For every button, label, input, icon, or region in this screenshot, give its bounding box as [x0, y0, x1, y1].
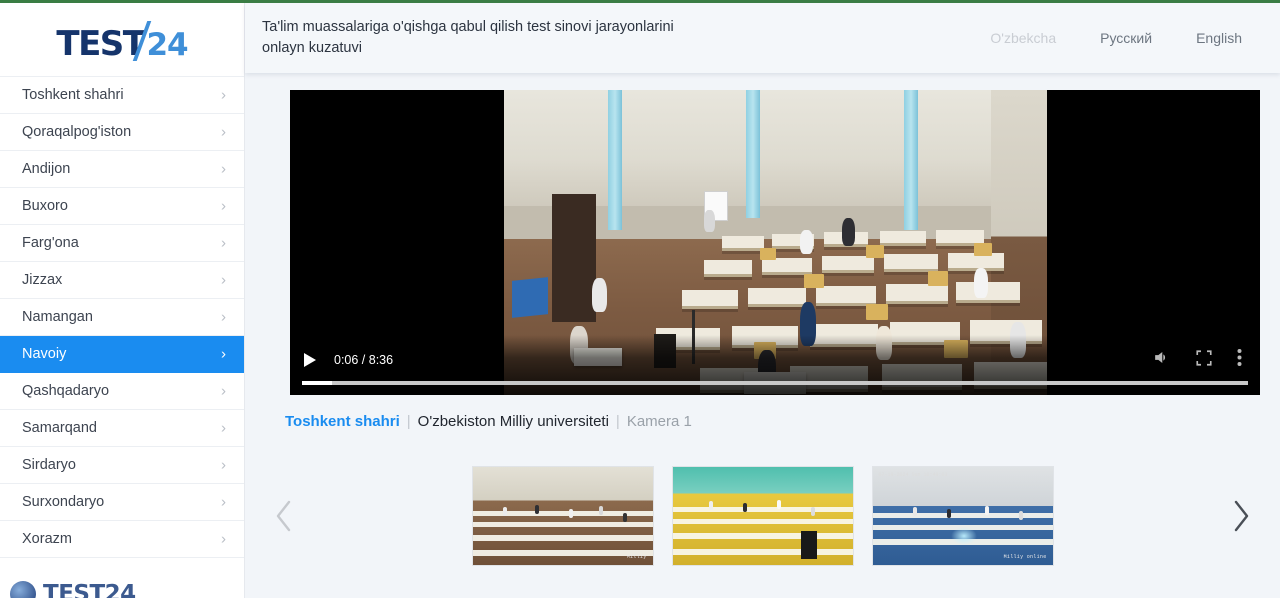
language-option-uzbek[interactable]: O'zbekcha — [990, 30, 1056, 46]
breadcrumb-separator: | — [406, 413, 411, 430]
hall-pillar — [607, 90, 622, 231]
logo-text-secondary: 24 — [146, 27, 188, 63]
main-content: 0:06 / 8:36 Toshkent shahri | O'zbekisto… — [245, 73, 1280, 598]
thumbnail-overlay-text: Milliy — [626, 554, 647, 560]
sidebar-item-surxondaryo[interactable]: Surxondaryo › — [0, 484, 244, 521]
chevron-right-icon: › — [221, 530, 226, 548]
fullscreen-icon[interactable] — [1195, 349, 1213, 372]
sidebar-footer-logo[interactable]: TEST24 — [0, 574, 244, 598]
video-player[interactable]: 0:06 / 8:36 — [290, 90, 1260, 395]
chevron-right-icon: › — [221, 123, 226, 141]
hall-pillar — [745, 90, 760, 219]
chevron-right-icon: › — [221, 197, 226, 215]
thumbnail-overlay-text: Milliy online — [1003, 554, 1047, 560]
language-switcher: O'zbekcha Русский English — [990, 30, 1242, 46]
volume-icon[interactable] — [1152, 348, 1171, 372]
chevron-right-icon: › — [221, 234, 226, 252]
sidebar-item-sirdaryo[interactable]: Sirdaryo › — [0, 447, 244, 484]
sidebar-item-label: Surxondaryo — [22, 494, 105, 510]
camera-thumbnail-1[interactable]: Milliy — [472, 467, 653, 565]
sidebar-item-xorazm[interactable]: Xorazm › — [0, 521, 244, 558]
sidebar-item-qoraqalpogiston[interactable]: Qoraqalpog'iston › — [0, 114, 244, 151]
chevron-right-icon: › — [221, 419, 226, 437]
sidebar-item-label: Navoiy — [22, 346, 67, 362]
camera-thumbnail-2[interactable] — [672, 467, 853, 565]
sidebar-item-label: Jizzax — [22, 272, 63, 288]
sidebar-item-jizzax[interactable]: Jizzax › — [0, 262, 244, 299]
video-progress-bar[interactable] — [302, 381, 1248, 385]
camera-thumbnail-list: Milliy 07-19-2024 Sun 10:49:03 Milliy on… — [472, 467, 1053, 565]
sidebar-item-samarqand[interactable]: Samarqand › — [0, 410, 244, 447]
app-root: TEST 24 Toshkent shahri › Qoraqalpog'ist… — [0, 0, 1280, 598]
sidebar-item-label: Toshkent shahri — [22, 87, 124, 103]
hall-pillar — [903, 90, 918, 231]
sidebar-item-label: Andijon — [22, 161, 71, 177]
more-options-icon[interactable] — [1237, 348, 1242, 372]
player-controls: 0:06 / 8:36 — [290, 345, 1260, 375]
sidebar-item-namangan[interactable]: Namangan › — [0, 299, 244, 336]
carousel-prev-button[interactable] — [267, 493, 301, 539]
sidebar-item-qashqadaryo[interactable]: Qashqadaryo › — [0, 373, 244, 410]
time-display: 0:06 / 8:36 — [334, 353, 394, 367]
progress-buffered — [302, 381, 1248, 385]
camera-thumbnail-3[interactable]: 07-19-2024 Sun 10:49:03 Milliy online — [872, 467, 1053, 565]
sidebar-item-label: Xorazm — [22, 531, 72, 547]
logo-text-primary: TEST — [56, 24, 146, 64]
sidebar-item-navoiy[interactable]: Navoiy › — [0, 336, 244, 373]
breadcrumb-camera: Kamera 1 — [626, 413, 692, 430]
camera-carousel: Milliy 07-19-2024 Sun 10:49:03 Milliy on… — [245, 451, 1280, 581]
chevron-right-icon: › — [221, 308, 226, 326]
chevron-right-icon: › — [221, 160, 226, 178]
sidebar-item-label: Sirdaryo — [22, 457, 76, 473]
chevron-right-icon: › — [221, 493, 226, 511]
progress-played — [302, 381, 333, 385]
chevron-right-icon: › — [221, 271, 226, 289]
page-title: Ta'lim muassalariga o'qishga qabul qilis… — [262, 19, 674, 56]
brand-logo[interactable]: TEST 24 — [0, 3, 244, 76]
sidebar: TEST 24 Toshkent shahri › Qoraqalpog'ist… — [0, 3, 245, 598]
page-header: Ta'lim muassalariga o'qishga qabul qilis… — [245, 3, 1280, 73]
globe-icon — [10, 581, 36, 598]
footer-logo-label: TEST24 — [43, 581, 136, 598]
hall-doorway — [551, 193, 596, 322]
sidebar-item-label: Buxoro — [22, 198, 68, 214]
breadcrumb-institution[interactable]: O'zbekiston Milliy universiteti — [418, 413, 609, 430]
sidebar-item-fargona[interactable]: Farg'ona › — [0, 225, 244, 262]
breadcrumb: Toshkent shahri | O'zbekiston Milliy uni… — [285, 413, 692, 430]
sidebar-item-label: Qashqadaryo — [22, 383, 110, 399]
language-option-english[interactable]: English — [1196, 30, 1242, 46]
sidebar-item-label: Namangan — [22, 309, 93, 325]
region-nav-list: Toshkent shahri › Qoraqalpog'iston › And… — [0, 76, 244, 558]
sidebar-item-label: Qoraqalpog'iston — [22, 124, 132, 140]
thumbnail-timestamp: 07-19-2024 Sun 10:49:03 — [878, 472, 948, 478]
chevron-right-icon: › — [221, 345, 226, 363]
hall-wall-upper — [503, 90, 1047, 206]
chevron-right-icon: › — [221, 382, 226, 400]
chevron-right-icon: › — [221, 86, 226, 104]
play-button[interactable] — [304, 353, 316, 367]
breadcrumb-separator: | — [615, 413, 620, 430]
chevron-right-icon: › — [221, 456, 226, 474]
sidebar-item-toshkent-shahri[interactable]: Toshkent shahri › — [0, 77, 244, 114]
sidebar-item-label: Samarqand — [22, 420, 97, 436]
carousel-next-button[interactable] — [1224, 493, 1258, 539]
sidebar-item-buxoro[interactable]: Buxoro › — [0, 188, 244, 225]
floor-mat — [511, 277, 548, 318]
breadcrumb-region[interactable]: Toshkent shahri — [285, 413, 400, 430]
sidebar-item-andijon[interactable]: Andijon › — [0, 151, 244, 188]
language-option-russian[interactable]: Русский — [1100, 30, 1152, 46]
sidebar-item-label: Farg'ona — [22, 235, 79, 251]
player-control-bar: 0:06 / 8:36 — [290, 335, 1260, 395]
